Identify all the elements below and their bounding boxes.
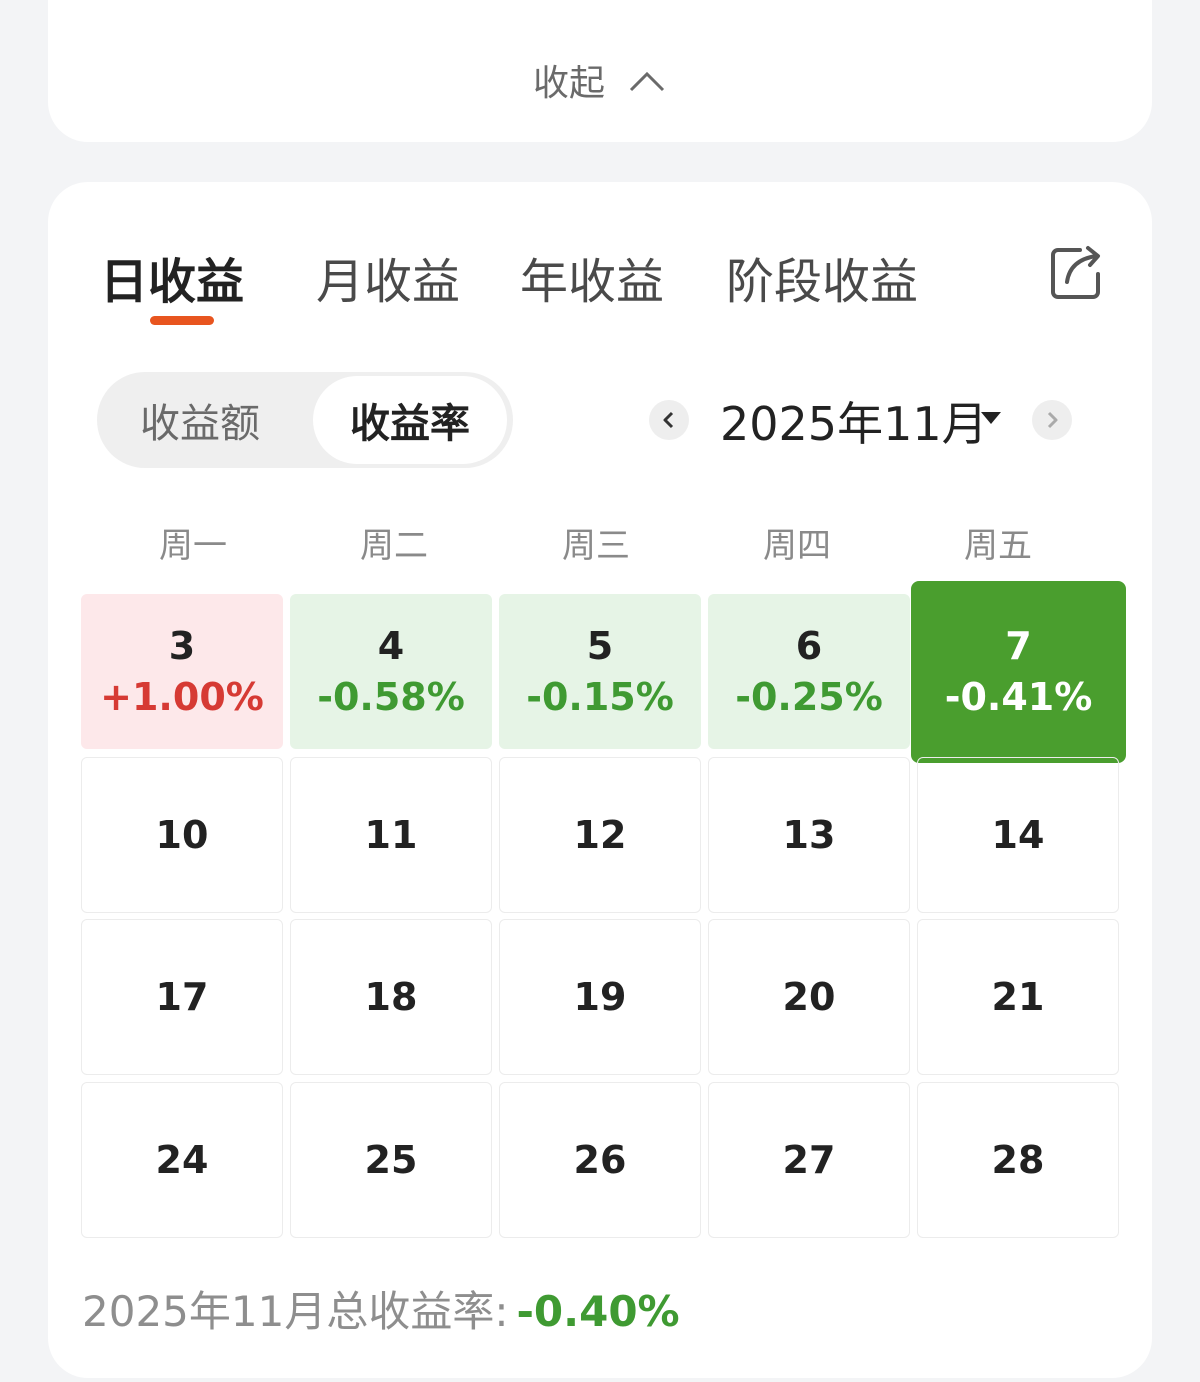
day-number: 17 <box>155 975 209 1019</box>
day-number: 12 <box>573 813 627 857</box>
calendar-day[interactable]: 18 <box>290 919 492 1075</box>
day-number: 21 <box>991 975 1045 1019</box>
weekday-tue: 周二 <box>360 526 428 566</box>
day-return-rate: +1.00% <box>100 674 264 719</box>
chevron-up-icon <box>629 71 665 92</box>
calendar-day[interactable]: 27 <box>708 1082 910 1238</box>
day-number: 6 <box>795 623 823 668</box>
calendar-day[interactable]: 19 <box>499 919 701 1075</box>
active-tab-indicator <box>150 316 214 325</box>
day-return-rate: -0.41% <box>944 675 1093 719</box>
day-number: 4 <box>377 623 405 668</box>
prev-month-button[interactable] <box>649 400 689 440</box>
day-number: 3 <box>168 623 196 668</box>
returns-card: 日收益 月收益 年收益 阶段收益 收益额 收益率 2025年11月 周一 周二 … <box>48 182 1152 1378</box>
collapse-card: 收起 <box>48 0 1152 142</box>
calendar-day[interactable]: 13 <box>708 757 910 913</box>
monthly-total-value: -0.40% <box>516 1287 680 1336</box>
day-number: 7 <box>1005 624 1032 668</box>
day-number: 5 <box>586 623 614 668</box>
monthly-total: 2025年11月总收益率: -0.40% <box>82 1278 680 1339</box>
calendar-day[interactable]: 24 <box>81 1082 283 1238</box>
day-number: 19 <box>573 975 627 1019</box>
tab-daily[interactable]: 日收益 <box>100 242 244 312</box>
chevron-left-icon <box>663 411 674 429</box>
calendar-day[interactable]: 3 +1.00% <box>81 594 283 749</box>
day-number: 20 <box>782 975 836 1019</box>
day-number: 14 <box>991 813 1045 857</box>
day-number: 24 <box>155 1138 209 1182</box>
calendar-day[interactable]: 12 <box>499 757 701 913</box>
calendar-day[interactable]: 26 <box>499 1082 701 1238</box>
tab-monthly[interactable]: 月收益 <box>316 242 460 312</box>
calendar-day[interactable]: 10 <box>81 757 283 913</box>
month-selector[interactable]: 2025年11月 <box>720 388 988 451</box>
calendar-day[interactable]: 6 -0.25% <box>708 594 910 749</box>
day-return-rate: -0.25% <box>735 674 883 719</box>
day-number: 11 <box>364 813 418 857</box>
collapse-button[interactable]: 收起 <box>48 56 1152 104</box>
day-number: 26 <box>573 1138 627 1182</box>
weekday-mon: 周一 <box>159 526 227 566</box>
chevron-right-icon <box>1047 411 1058 429</box>
calendar-day[interactable]: 5 -0.15% <box>499 594 701 749</box>
calendar-day[interactable]: 17 <box>81 919 283 1075</box>
metric-toggle: 收益额 收益率 <box>97 372 513 468</box>
calendar-day[interactable]: 28 <box>917 1082 1119 1238</box>
calendar-day[interactable]: 14 <box>917 757 1119 913</box>
tab-yearly[interactable]: 年收益 <box>520 242 664 312</box>
day-return-rate: -0.15% <box>526 674 674 719</box>
day-number: 13 <box>782 813 836 857</box>
toggle-amount[interactable]: 收益额 <box>105 376 295 464</box>
tab-period[interactable]: 阶段收益 <box>726 242 918 312</box>
monthly-total-label: 2025年11月总收益率: <box>82 1287 509 1336</box>
calendar-day[interactable]: 20 <box>708 919 910 1075</box>
next-month-button[interactable] <box>1032 400 1072 440</box>
calendar-day[interactable]: 21 <box>917 919 1119 1075</box>
calendar-day[interactable]: 4 -0.58% <box>290 594 492 749</box>
calendar-day-selected[interactable]: 7 -0.41% <box>911 581 1126 763</box>
day-return-rate: -0.58% <box>317 674 465 719</box>
collapse-label: 收起 <box>532 63 605 104</box>
weekday-thu: 周四 <box>763 526 831 566</box>
day-number: 18 <box>364 975 418 1019</box>
weekday-wed: 周三 <box>562 526 630 566</box>
day-number: 27 <box>782 1138 836 1182</box>
toggle-rate[interactable]: 收益率 <box>313 376 507 464</box>
day-number: 25 <box>364 1138 418 1182</box>
day-number: 28 <box>991 1138 1045 1182</box>
weekday-fri: 周五 <box>964 526 1032 566</box>
calendar-day[interactable]: 25 <box>290 1082 492 1238</box>
caret-down-icon[interactable] <box>980 411 1002 425</box>
day-number: 10 <box>155 813 209 857</box>
share-icon[interactable] <box>1050 244 1104 300</box>
calendar-day[interactable]: 11 <box>290 757 492 913</box>
